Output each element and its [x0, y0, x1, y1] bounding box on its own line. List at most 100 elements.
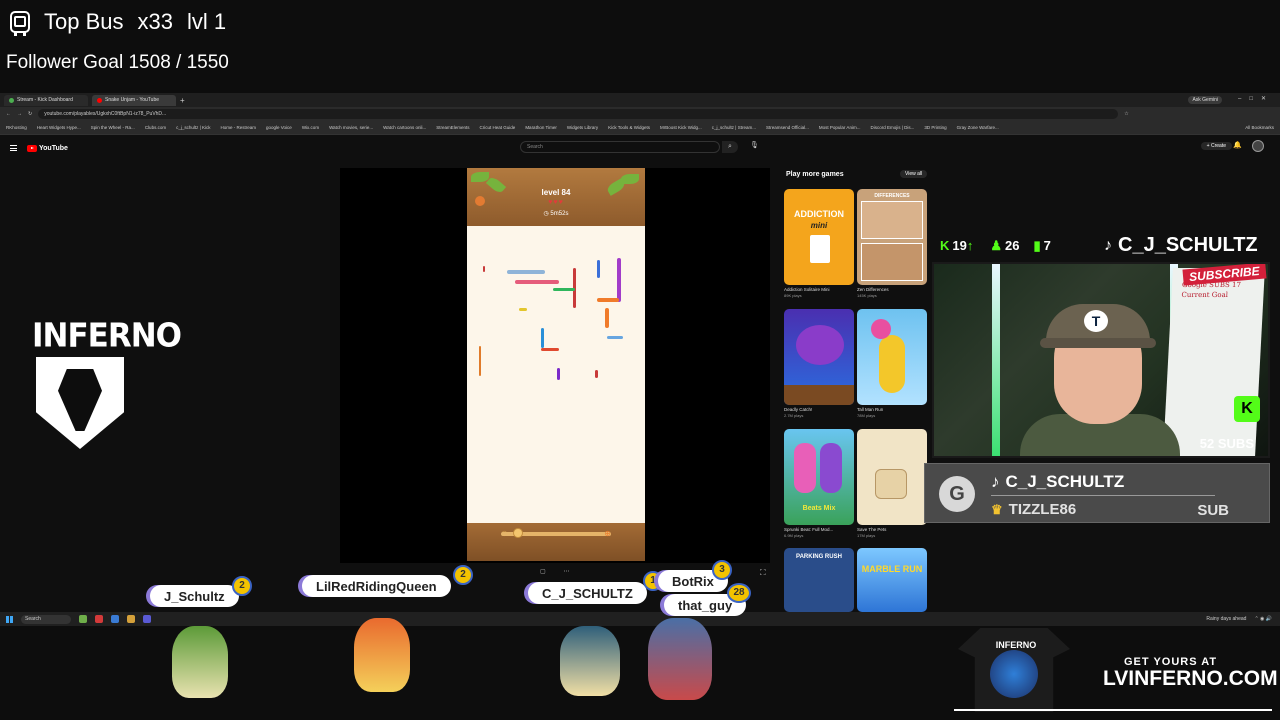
bookmark[interactable]: RKhosting	[6, 125, 27, 130]
snake-game[interactable]: level 84 ♥♥♥ ◷ 5m52s ⊖ ⊕	[467, 168, 645, 561]
chat-tag: C_J_SCHULTZ	[528, 582, 647, 604]
game-tile[interactable]: ADDICTION mini	[784, 189, 854, 285]
kick-logo: K	[1234, 396, 1260, 422]
bookmark[interactable]: Watch cartoons onli...	[383, 125, 426, 130]
mic-icon[interactable]: 🎙	[750, 141, 759, 149]
bookmark[interactable]: Cricut Heat Guide	[480, 125, 516, 130]
game-tile[interactable]: Beats Mix	[784, 429, 854, 525]
youtube-search-input[interactable]: Search	[520, 141, 720, 153]
bookmark[interactable]: c_j_schultz | Kick	[176, 125, 210, 130]
game-tile-plays: 78M plays	[857, 413, 876, 418]
app-icon[interactable]	[143, 615, 151, 623]
stream-stats: K 19↑ ♟ 26 ▮ 7	[940, 238, 1051, 254]
divider	[954, 709, 1272, 711]
all-bookmarks[interactable]: All Bookmarks	[1245, 125, 1274, 130]
bookmark[interactable]: MrBoost Kick Widg...	[660, 125, 702, 130]
game-tile-plays: 89K plays	[784, 293, 802, 298]
tab-youtube[interactable]: Snake Unjam - YouTube	[92, 94, 176, 106]
top-bus-level: lvl 1	[186, 9, 227, 34]
youtube-play-icon	[27, 144, 37, 152]
twins-logo: T	[1084, 310, 1108, 332]
top-bus-widget: Top Bus x33 lvl 1	[10, 6, 226, 38]
play-more-games-title: Play more games	[786, 171, 844, 178]
zoom-slider-handle[interactable]	[513, 528, 523, 538]
game-level: level 84	[541, 188, 571, 197]
bookmark[interactable]: Gray Zone Warfare...	[957, 125, 999, 130]
game-tile-plays: 2.7M plays	[784, 413, 804, 418]
new-tab-button[interactable]: +	[180, 96, 185, 105]
bookmark[interactable]: Discord Emojis | Dis...	[870, 125, 914, 130]
window-controls[interactable]: –□✕	[1238, 95, 1274, 102]
game-tile-title[interactable]: Save The Pets	[857, 527, 927, 532]
reload-icon[interactable]: ↻	[28, 111, 32, 117]
game-tile[interactable]	[857, 429, 927, 525]
chat-tag-badge: 3	[712, 560, 732, 580]
fullscreen-icon[interactable]: ⛶	[760, 568, 766, 578]
game-tile-plays: 6.9M plays	[784, 533, 804, 538]
game-tile-title[interactable]: Addiction Solitaire Mini	[784, 287, 854, 292]
bookmark[interactable]: Spin the Wheel - Ra...	[91, 125, 135, 130]
divider	[991, 495, 1215, 496]
bookmark[interactable]: Wix.com	[302, 125, 319, 130]
bookmark[interactable]: Kick Tools & Widgets	[608, 125, 650, 130]
url-field[interactable]: youtube.com/playables/UgkxhC0ftBpN1-iz78…	[38, 109, 1119, 119]
bookmark[interactable]: 3D Printing	[924, 125, 946, 130]
windows-start-icon[interactable]	[6, 615, 13, 623]
bookmark[interactable]: Clubs.com	[145, 125, 166, 130]
game-tile-title[interactable]: Zen Differences	[857, 287, 927, 292]
bookmark[interactable]: Heart Widgets Hype...	[37, 125, 81, 130]
bookmark[interactable]: c_j_schultz | Stream...	[712, 125, 756, 130]
tiktok-icon: ♪	[1104, 236, 1112, 254]
folder-icon[interactable]	[127, 615, 135, 623]
bookmark[interactable]: Most Popular Anim...	[819, 125, 861, 130]
ask-gemini-button[interactable]: Ask Gemini	[1188, 96, 1222, 104]
game-tile-title[interactable]: Sprunki Beat: Full Mod...	[784, 527, 854, 532]
app-icon[interactable]	[95, 615, 103, 623]
create-button[interactable]: + Create	[1200, 142, 1232, 150]
youtube-header: YouTube Search ⌕ 🎙 + Create 🔔	[0, 135, 1280, 161]
tab-kick-dashboard[interactable]: Stream - Kick Dashboard	[4, 94, 88, 106]
forward-icon[interactable]: →	[17, 111, 22, 117]
game-header: level 84 ♥♥♥ ◷ 5m52s	[467, 168, 645, 226]
bookmark[interactable]: Widgets Library	[567, 125, 598, 130]
app-icon[interactable]	[111, 615, 119, 623]
app-icon[interactable]	[79, 615, 87, 623]
weather-widget[interactable]: Rainy days ahead	[1206, 616, 1246, 622]
zoom-in-icon[interactable]: ⊕	[604, 529, 611, 538]
bookmark[interactable]: Marathon Timer	[525, 125, 557, 130]
game-tile-title[interactable]: Deadly Catch!	[784, 407, 854, 412]
back-icon[interactable]: ←	[6, 111, 11, 117]
sub-alert-channel: C_J_SCHULTZ	[1005, 472, 1125, 491]
avatar[interactable]	[1252, 140, 1264, 152]
bookmark[interactable]: Streamsend Official...	[766, 125, 809, 130]
star-icon[interactable]: ☆	[1124, 111, 1128, 117]
channel-name: ♪ C_J_SCHULTZ	[1104, 234, 1258, 256]
game-tile[interactable]	[857, 309, 927, 405]
chat-tag-badge: 28	[727, 583, 751, 603]
tiktok-icon: ♪	[991, 472, 1000, 491]
taskbar-search[interactable]: Search	[21, 614, 71, 624]
player-controls[interactable]: ▢ ⋯	[540, 568, 577, 575]
game-tile[interactable]: PARKING RUSH	[784, 548, 854, 612]
view-all-button[interactable]: View all	[900, 170, 928, 178]
game-tile[interactable]: DIFFERENCES	[857, 189, 927, 285]
bookmark[interactable]: Watch movies, serie...	[329, 125, 373, 130]
game-tile[interactable]	[784, 309, 854, 405]
bookmark[interactable]: google Voice	[266, 125, 292, 130]
lion-shield-icon	[36, 357, 124, 449]
menu-icon[interactable]	[10, 145, 17, 151]
bell-icon[interactable]: 🔔	[1233, 141, 1242, 149]
game-tile-plays: 145K plays	[857, 293, 877, 298]
system-tray[interactable]: ⌃ ◉ 🔊	[1254, 616, 1272, 622]
webcam-feed: Google SUBS 17 Current Goal SUBSCRIBE T …	[932, 262, 1270, 458]
game-tile-title[interactable]: Tall Man Run	[857, 407, 927, 412]
youtube-logo[interactable]: YouTube	[27, 144, 68, 152]
game-tile[interactable]: MARBLE RUN	[857, 548, 927, 612]
sub-alert-user: TIZZLE86	[1008, 501, 1077, 518]
bookmark[interactable]: StreamElements	[436, 125, 469, 130]
bookmark[interactable]: Home - Restream	[221, 125, 257, 130]
subs-count: 52 SUBS	[1199, 436, 1254, 451]
search-icon[interactable]: ⌕	[722, 141, 738, 153]
bus-icon	[10, 11, 30, 36]
game-footer: ⊖ ⊕	[467, 523, 645, 561]
